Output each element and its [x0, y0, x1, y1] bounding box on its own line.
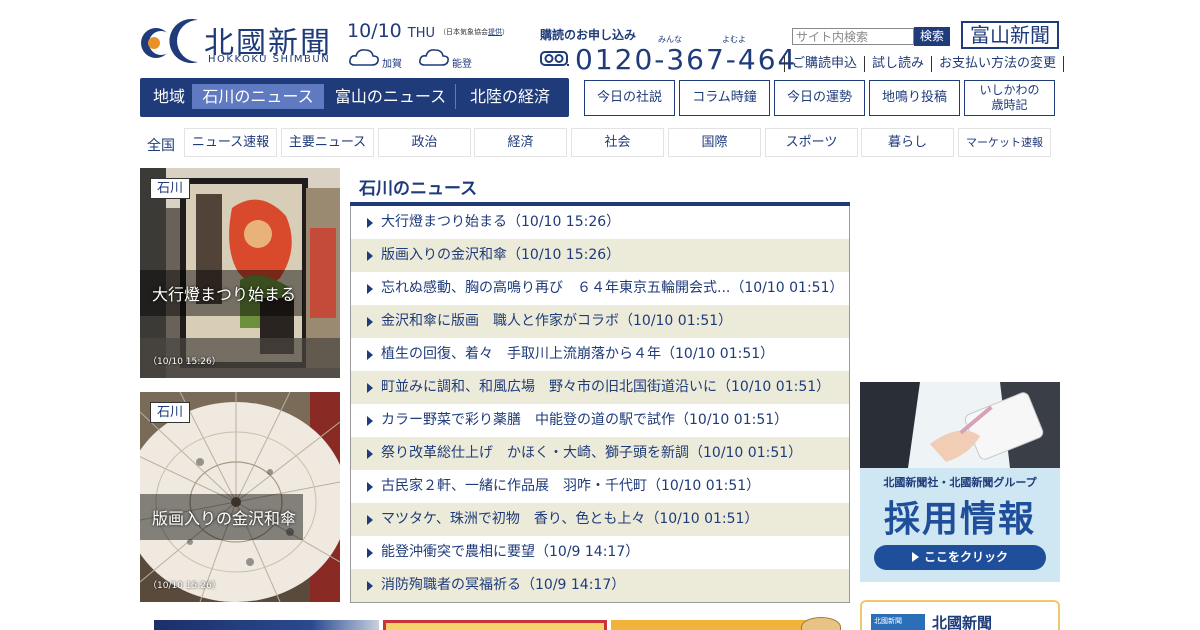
cloud-icon — [419, 49, 449, 66]
jinari-post-button[interactable]: 地鳴り投稿 — [869, 80, 960, 116]
category-market-news[interactable]: マーケット速報 — [958, 128, 1051, 157]
weather-credit: （日本気象協会提供） — [439, 28, 509, 36]
category-sports[interactable]: スポーツ — [765, 128, 858, 157]
news-item[interactable]: 町並みに調和、和風広場 野々市の旧北国街道沿いに（10/10 01:51） — [351, 371, 849, 404]
site-search-input[interactable] — [792, 28, 914, 45]
news-item[interactable]: マツタケ、珠洲で初物 香り、色とも上々（10/10 01:51） — [351, 503, 849, 536]
arrow-right-icon — [367, 317, 373, 327]
arrow-right-icon — [367, 350, 373, 360]
bottom-banner-3[interactable] — [611, 617, 841, 630]
feature-caption: 大行燈まつり始まる — [152, 285, 297, 304]
category-top-news[interactable]: 主要ニュース — [281, 128, 374, 157]
arrow-right-icon — [367, 383, 373, 393]
category-politics[interactable]: 政治 — [378, 128, 471, 157]
category-economy[interactable]: 経済 — [474, 128, 567, 157]
editorial-button[interactable]: 今日の社説 — [584, 80, 675, 116]
region-tag: 石川 — [150, 402, 191, 423]
payment-change-link[interactable]: お支払い方法の変更 — [931, 56, 1063, 72]
feature-story-2[interactable]: 石川 版画入りの金沢和傘 （10/10 15:26） — [140, 392, 340, 602]
weather-label: 能登 — [452, 59, 472, 70]
category-lifestyle[interactable]: 暮らし — [861, 128, 954, 157]
logo-subtitle: HOKKOKU SHIMBUN — [208, 54, 331, 65]
recruit-ad-banner[interactable]: 北國新聞社・北國新聞グループ 採用情報 ここをクリック — [860, 382, 1060, 582]
arrow-right-icon — [367, 548, 373, 558]
news-item[interactable]: 金沢和傘に版画 職人と作家がコラボ（10/10 01:51） — [351, 305, 849, 338]
feature-caption: 版画入りの金沢和傘 — [152, 509, 297, 528]
ad-headline: 採用情報 — [883, 499, 1036, 540]
paper-thumbnail: 北國新聞 — [871, 614, 925, 630]
arrow-right-icon — [367, 482, 373, 492]
date-value: 10/10 — [347, 20, 402, 42]
news-section-title: 石川のニュース — [359, 179, 478, 199]
fortune-button[interactable]: 今日の運勢 — [774, 80, 865, 116]
category-society[interactable]: 社会 — [571, 128, 664, 157]
region-nav: 地域 石川のニュース 富山のニュース 北陸の経済 — [140, 78, 569, 117]
site-logo[interactable]: 北國新聞 HOKKOKU SHIMBUN — [140, 16, 340, 66]
news-item[interactable]: 消防殉職者の冥福祈る（10/9 14:17） — [351, 569, 849, 602]
feature-story-1[interactable]: 石川 大行燈まつり始まる （10/10 15:26） — [140, 168, 340, 378]
news-item[interactable]: カラー野菜で彩り薬膳 中能登の道の駅で試作（10/10 01:51） — [351, 404, 849, 437]
phone-number: 0120-367-464 — [575, 43, 798, 76]
arrow-right-icon — [367, 284, 373, 294]
feature-timestamp: （10/10 15:26） — [148, 357, 221, 367]
weather-credit-link[interactable]: 提供 — [488, 28, 502, 36]
news-item[interactable]: 能登沖衝突で農相に要望（10/9 14:17） — [351, 536, 849, 569]
column-jisho-button[interactable]: コラム時鐘 — [679, 80, 770, 116]
search-button[interactable]: 検索 — [914, 27, 950, 46]
date-display: 10/10 THU （日本気象協会提供） — [347, 20, 509, 42]
news-item[interactable]: 植生の回復、着々 手取川上流崩落から４年（10/10 01:51） — [351, 338, 849, 371]
tab-toyama-news[interactable]: 富山のニュース — [326, 84, 456, 109]
character-icon — [801, 617, 841, 630]
arrow-right-icon — [367, 251, 373, 261]
news-item[interactable]: 祭り改革総仕上げ かほく・大崎、獅子頭を新調（10/10 01:51） — [351, 437, 849, 470]
tab-hokuriku-economy[interactable]: 北陸の経済 — [458, 84, 562, 109]
news-item[interactable]: 版画入りの金沢和傘（10/10 15:26） — [351, 239, 849, 272]
weather-label: 加賀 — [382, 59, 402, 70]
arrow-right-icon — [367, 581, 373, 591]
hokkoku-paper-box[interactable]: 北國新聞 北國新聞 — [860, 600, 1060, 630]
play-icon — [911, 552, 919, 562]
bottom-banner-2[interactable] — [383, 620, 607, 630]
ishikawa-saijiki-button[interactable]: いしかわの 歳時記 — [964, 80, 1055, 116]
day-of-week: THU — [407, 26, 435, 41]
freedial-icon — [540, 51, 569, 66]
arrow-right-icon — [367, 449, 373, 459]
cloud-icon — [349, 49, 379, 66]
bottom-banner-1[interactable] — [154, 620, 379, 630]
arrow-right-icon — [367, 218, 373, 228]
ad-click-button[interactable]: ここをクリック — [874, 545, 1046, 570]
news-item[interactable]: 古民家２軒、一緒に作品展 羽咋・千代町（10/10 01:51） — [351, 470, 849, 503]
category-nav-label: 全国 — [147, 138, 175, 154]
category-international[interactable]: 国際 — [668, 128, 761, 157]
region-tag: 石川 — [150, 178, 191, 199]
news-item[interactable]: 忘れぬ感動、胸の高鳴り再び ６４年東京五輪開会式...（10/10 01:51） — [351, 272, 849, 305]
trial-reading-link[interactable]: 試し読み — [864, 56, 931, 72]
logo-mark-icon — [141, 19, 198, 64]
arrow-right-icon — [367, 416, 373, 426]
subscription-links: ご購読申込 試し読み お支払い方法の変更 — [784, 56, 1065, 74]
ad-company-line: 北國新聞社・北國新聞グループ — [883, 476, 1037, 489]
subscribe-apply-link[interactable]: ご購読申込 — [784, 56, 864, 72]
category-breaking-news[interactable]: ニュース速報 — [184, 128, 277, 157]
region-nav-label: 地域 — [152, 87, 185, 106]
tab-ishikawa-news[interactable]: 石川のニュース — [192, 84, 324, 109]
toyama-shimbun-link[interactable]: 富山新聞 — [961, 21, 1059, 49]
feature-timestamp: （10/10 15:26） — [148, 581, 221, 591]
news-list: 大行燈まつり始まる（10/10 15:26） 版画入りの金沢和傘（10/10 1… — [350, 206, 850, 603]
news-item[interactable]: 大行燈まつり始まる（10/10 15:26） — [351, 206, 849, 239]
paper-box-label: 北國新聞 — [932, 614, 993, 630]
arrow-right-icon — [367, 515, 373, 525]
